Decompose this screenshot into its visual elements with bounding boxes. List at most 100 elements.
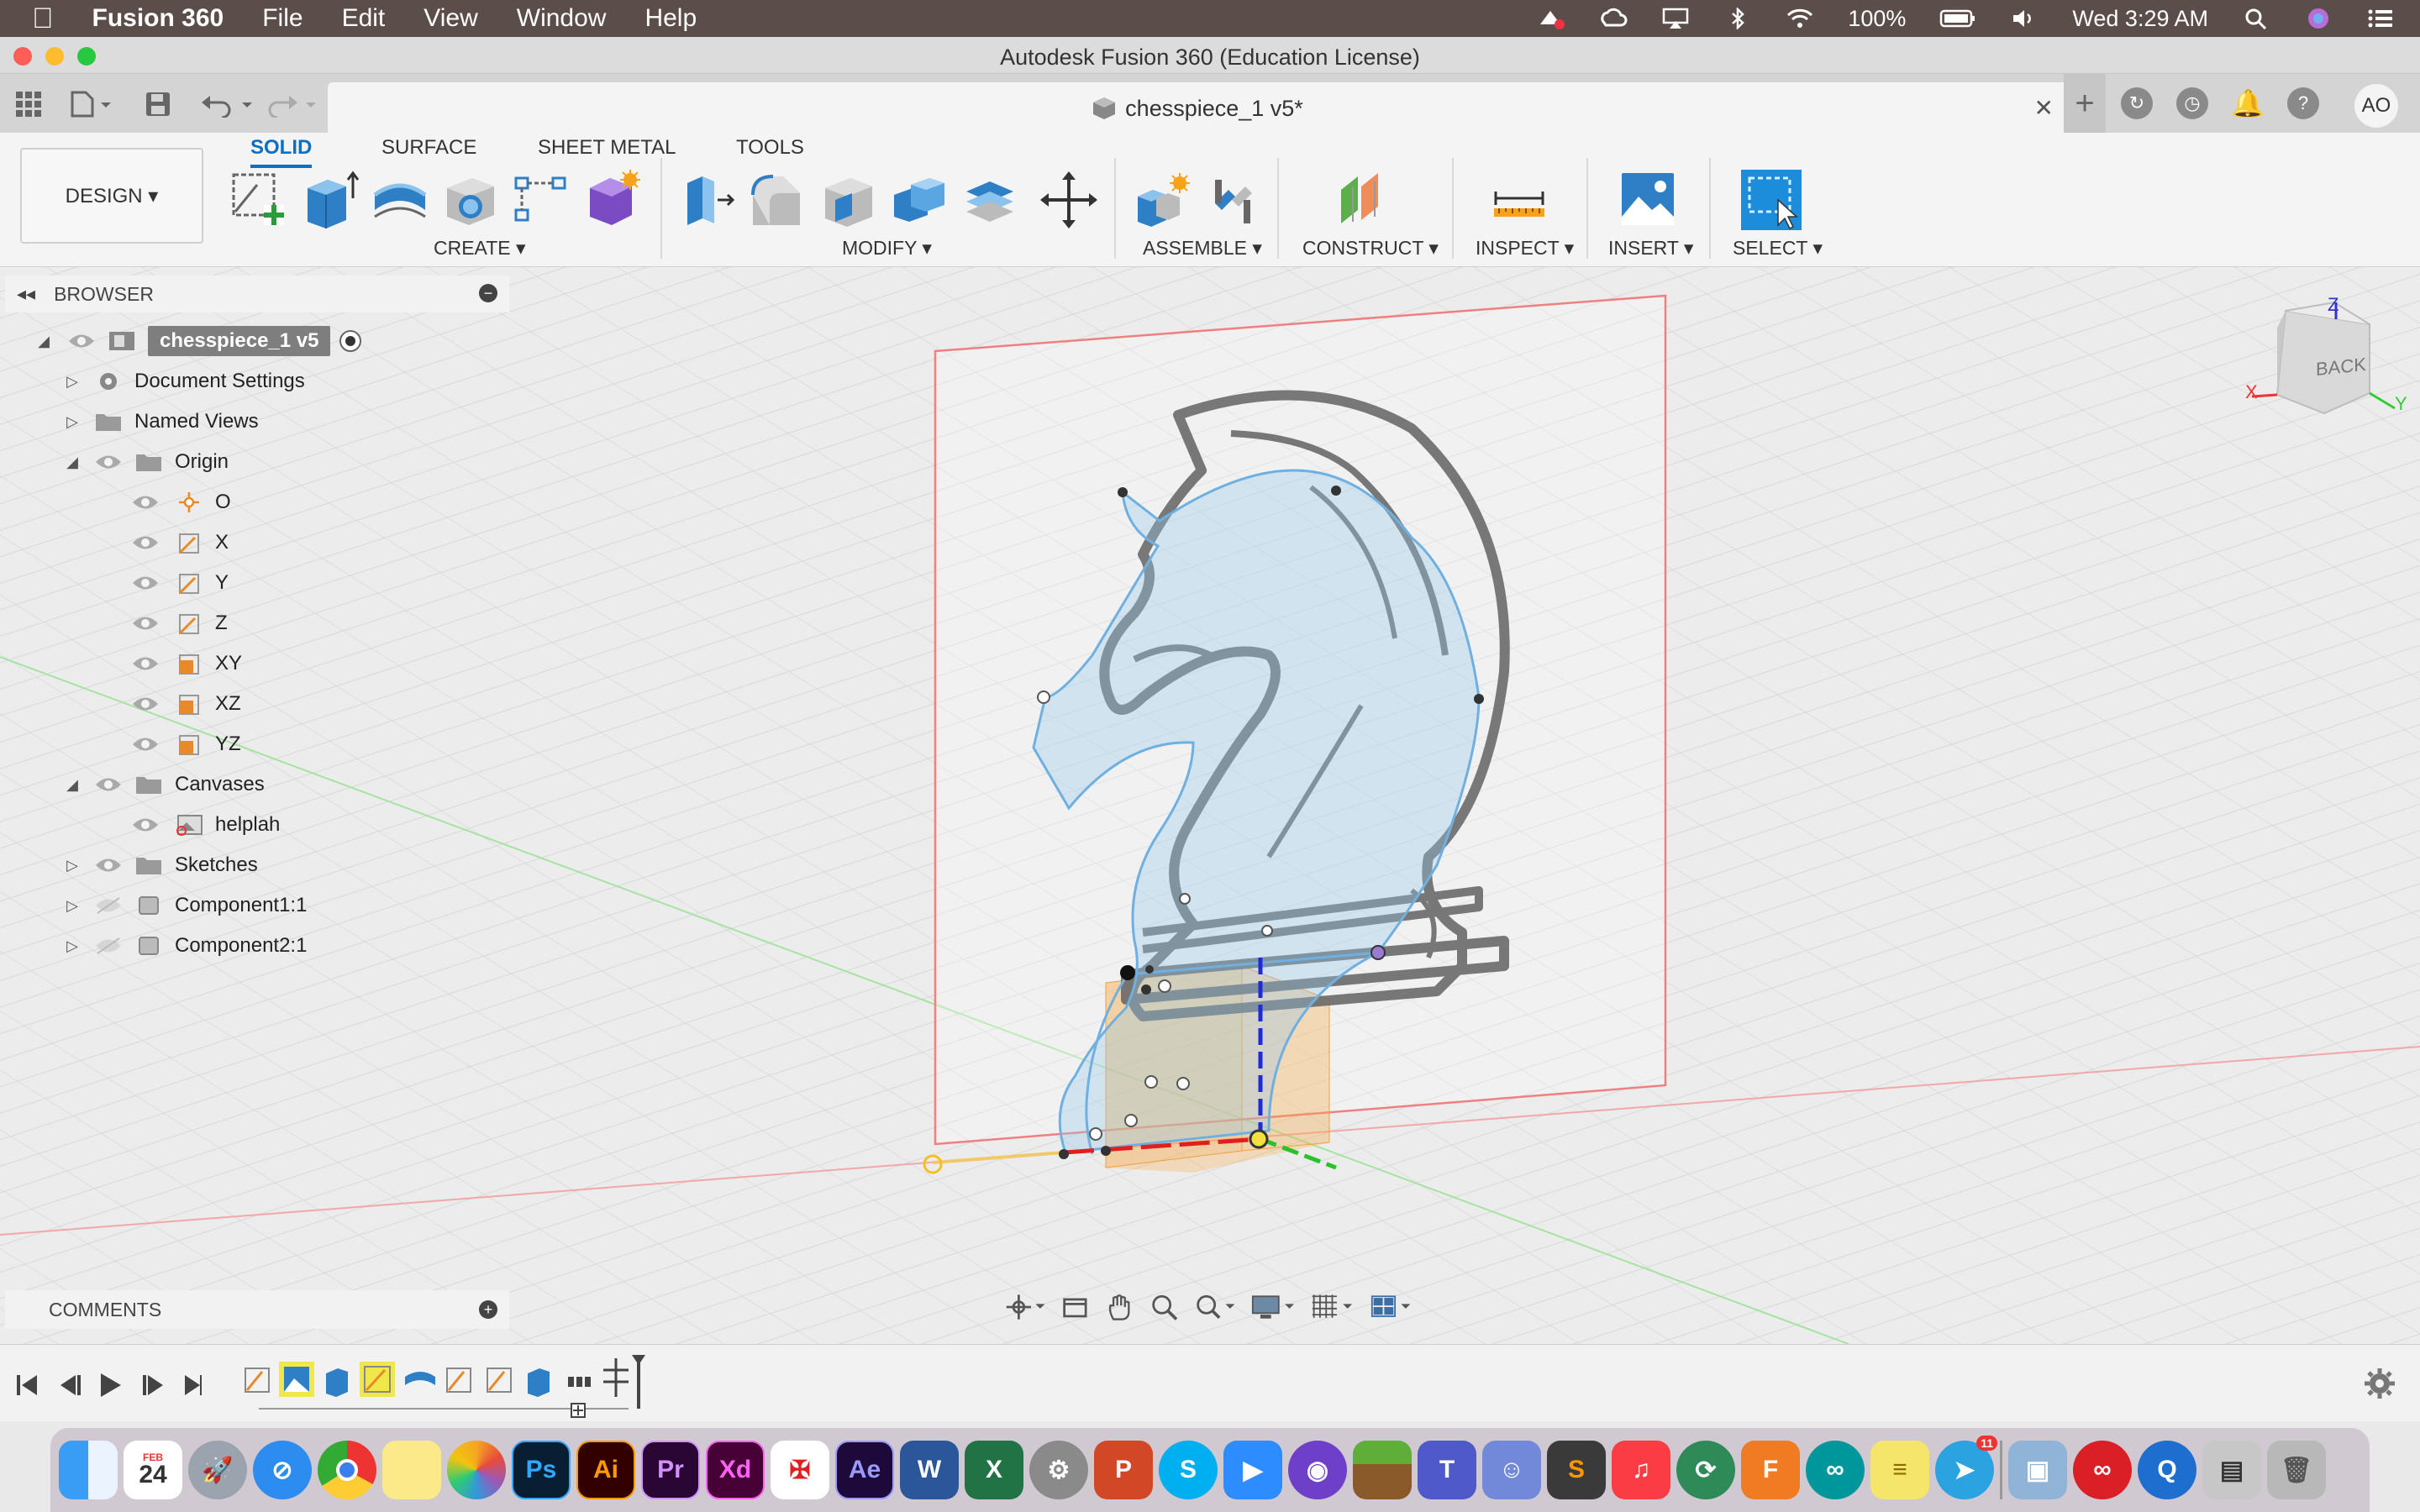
step-forward-icon[interactable]	[143, 1375, 163, 1395]
visibility-eye-icon[interactable]	[94, 856, 123, 874]
browser-minimize-icon[interactable]: −	[479, 284, 497, 302]
visibility-eye-icon[interactable]	[94, 453, 123, 471]
notification-center-icon[interactable]	[2366, 8, 2395, 29]
expand-triangle-icon[interactable]: ▷	[62, 373, 82, 391]
dock-calendar-icon[interactable]: FEB 24	[124, 1441, 182, 1499]
visibility-eye-icon[interactable]	[131, 735, 160, 753]
browser-item-x-axis[interactable]: X	[131, 524, 229, 561]
browser-item-z-axis[interactable]: Z	[131, 605, 228, 642]
help-icon[interactable]: ?	[2287, 87, 2319, 119]
go-to-end-icon[interactable]	[185, 1375, 202, 1395]
dock-telegram-icon[interactable]: ➤ 11	[1935, 1436, 1997, 1499]
step-back-icon[interactable]	[60, 1375, 81, 1395]
browser-item-xz-plane[interactable]: XZ	[131, 685, 241, 722]
visibility-eye-icon[interactable]	[131, 695, 160, 713]
clock[interactable]: Wed 3:29 AM	[2072, 6, 2208, 32]
dock-trash-icon[interactable]: 🗑	[2267, 1441, 2326, 1499]
history-clock-icon[interactable]: ◷	[2176, 87, 2208, 119]
dock-arduino-icon[interactable]: ∞	[1806, 1441, 1865, 1499]
notifications-bell-icon[interactable]: 🔔	[2231, 87, 2265, 119]
expand-triangle-icon[interactable]: ▷	[62, 897, 82, 915]
spotlight-search-icon[interactable]	[2242, 8, 2270, 29]
comments-panel[interactable]: COMMENTS +	[5, 1290, 509, 1329]
dock-discord-icon[interactable]: ☺	[1482, 1441, 1541, 1499]
move-copy-icon[interactable]	[1039, 170, 1099, 230]
wifi-icon[interactable]	[1786, 8, 1814, 29]
visibility-eye-icon[interactable]	[131, 614, 160, 633]
document-tab[interactable]: chesspiece_1 v5* ✕	[328, 82, 2067, 133]
menu-file[interactable]: File	[262, 4, 302, 33]
collapse-triangle-icon[interactable]: ◢	[34, 333, 54, 350]
offset-face-icon[interactable]	[960, 170, 1020, 230]
browser-item-origin[interactable]: ◢ Origin	[62, 444, 229, 480]
shell-icon[interactable]	[818, 170, 879, 230]
dock-fusion-360-icon[interactable]: F	[1741, 1441, 1800, 1499]
collapse-triangle-icon[interactable]: ◢	[62, 454, 82, 471]
dock-system-preferences-icon[interactable]: ⚙	[1029, 1441, 1088, 1499]
dock-music-icon[interactable]: ♫	[1612, 1441, 1670, 1499]
airplay-icon[interactable]	[1661, 8, 1690, 29]
visibility-eye-icon[interactable]	[131, 574, 160, 592]
dock-illustrator-icon[interactable]: Ai	[576, 1441, 635, 1499]
visibility-eye-icon[interactable]	[131, 493, 160, 512]
dock-photos-icon[interactable]	[447, 1441, 506, 1499]
dock-zoom-icon[interactable]: ▶	[1223, 1441, 1282, 1499]
visibility-eye-icon[interactable]	[131, 533, 160, 552]
assemble-menu[interactable]: ASSEMBLE ▾	[1143, 237, 1262, 260]
dock-sublime-icon[interactable]: S	[1547, 1441, 1606, 1499]
battery-icon[interactable]	[1939, 8, 1976, 29]
visibility-eye-icon[interactable]	[67, 332, 96, 350]
menu-view[interactable]: View	[424, 4, 477, 33]
dock-safari-icon[interactable]: ⊘	[253, 1441, 312, 1499]
tab-sheet-metal[interactable]: SHEET METAL	[538, 136, 676, 160]
hidden-eye-icon[interactable]	[94, 896, 123, 915]
browser-item-y-axis[interactable]: Y	[131, 564, 229, 601]
dock-skype-icon[interactable]: S	[1159, 1441, 1218, 1499]
select-menu[interactable]: SELECT ▾	[1733, 237, 1823, 260]
data-panel-grid-icon[interactable]	[12, 87, 45, 121]
construct-menu[interactable]: CONSTRUCT ▾	[1302, 237, 1439, 260]
menu-window[interactable]: Window	[517, 4, 607, 33]
volume-icon[interactable]	[2010, 8, 2039, 29]
new-component-icon[interactable]	[1133, 170, 1193, 230]
select-icon[interactable]	[1741, 170, 1802, 230]
dock-teams-icon[interactable]: T	[1418, 1441, 1476, 1499]
add-comment-icon[interactable]: +	[479, 1300, 497, 1319]
dock-minecraft-icon[interactable]	[1353, 1441, 1412, 1499]
press-pull-icon[interactable]	[677, 170, 738, 230]
create-sketch-icon[interactable]	[229, 170, 289, 230]
dock-creative-cloud-icon[interactable]: ∞	[2073, 1441, 2132, 1499]
browser-item-named-views[interactable]: ▷ Named Views	[62, 403, 259, 440]
browser-item-yz-plane[interactable]: YZ	[131, 726, 241, 763]
dock-xd-icon[interactable]: Xd	[706, 1441, 765, 1499]
tab-surface[interactable]: SURFACE	[381, 136, 476, 160]
menu-edit[interactable]: Edit	[342, 4, 386, 33]
zoom-window-icon[interactable]	[1195, 1292, 1235, 1322]
grid-snaps-icon[interactable]	[1311, 1292, 1354, 1322]
dock-notes-icon[interactable]	[382, 1441, 441, 1499]
dock-launchpad-icon[interactable]: 🚀	[188, 1441, 247, 1499]
redo-icon[interactable]	[262, 87, 321, 121]
inspect-menu[interactable]: INSPECT ▾	[1476, 237, 1574, 260]
notification-app-icon[interactable]	[1537, 8, 1565, 29]
apple-menu-icon[interactable]: 	[32, 3, 54, 35]
create-menu[interactable]: CREATE ▾	[434, 237, 526, 260]
dock-preview-icon[interactable]: ▣	[2008, 1441, 2067, 1499]
dock-powerpoint-icon[interactable]: P	[1094, 1441, 1153, 1499]
viewports-icon[interactable]	[1370, 1292, 1413, 1322]
create-form-icon[interactable]	[581, 170, 642, 230]
hidden-eye-icon[interactable]	[94, 937, 123, 955]
creative-cloud-icon[interactable]	[1599, 8, 1628, 29]
dock-acrobat-icon[interactable]: ✠	[771, 1441, 829, 1499]
visibility-eye-icon[interactable]	[131, 654, 160, 673]
dock-finder-icon[interactable]	[59, 1441, 118, 1499]
browser-item-sketches[interactable]: ▷ Sketches	[62, 847, 258, 884]
job-status-icon[interactable]: ↻	[2121, 87, 2153, 119]
save-icon[interactable]	[141, 87, 175, 121]
user-avatar[interactable]: AO	[2354, 84, 2398, 128]
dock-stickies-icon[interactable]: ≡	[1870, 1441, 1929, 1499]
dock-github-icon[interactable]: ◉	[1288, 1441, 1347, 1499]
pan-hand-icon[interactable]	[1106, 1292, 1134, 1322]
browser-item-document-settings[interactable]: ▷ Document Settings	[62, 363, 305, 400]
menu-help[interactable]: Help	[644, 4, 697, 33]
